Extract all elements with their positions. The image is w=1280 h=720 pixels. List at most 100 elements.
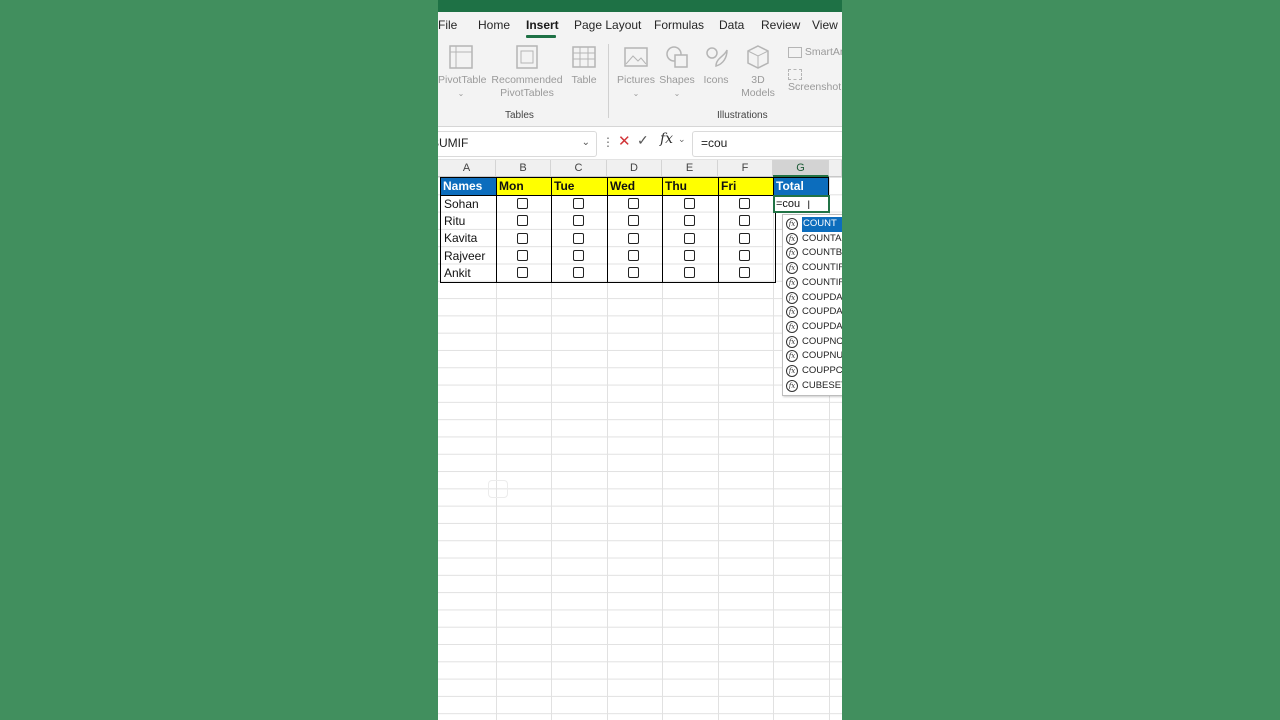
- checkbox[interactable]: [628, 267, 639, 278]
- table-label: Table: [571, 74, 597, 86]
- checkbox[interactable]: [739, 233, 750, 244]
- formula-bar: SUMIF ⌄ ⋮ ✕ ✓ fx ⌄ =cou: [438, 127, 842, 160]
- tab-formulas[interactable]: Formulas: [654, 18, 704, 32]
- pivottable-icon: [449, 45, 473, 69]
- checkbox[interactable]: [684, 198, 695, 209]
- tab-data[interactable]: Data: [719, 18, 744, 32]
- checkbox[interactable]: [628, 233, 639, 244]
- function-icon: fx: [786, 350, 798, 363]
- 3d-models-button[interactable]: 3D Models: [736, 44, 780, 100]
- name-cell[interactable]: Sohan: [440, 196, 496, 213]
- header-cell-tue[interactable]: Tue: [551, 177, 608, 196]
- tab-file[interactable]: File: [438, 18, 457, 32]
- insert-function-icon[interactable]: fx: [660, 131, 673, 147]
- checkbox[interactable]: [517, 215, 528, 226]
- cancel-icon[interactable]: ✕: [618, 132, 631, 150]
- checkbox[interactable]: [517, 250, 528, 261]
- autocomplete-item[interactable]: fxCOUPNUM: [783, 349, 842, 364]
- column-header-a[interactable]: A: [438, 160, 496, 177]
- checkbox[interactable]: [684, 250, 695, 261]
- name-cell[interactable]: Ritu: [440, 213, 496, 230]
- header-cell-names[interactable]: Names: [440, 177, 497, 196]
- icons-button[interactable]: Icons: [700, 44, 732, 87]
- checkbox[interactable]: [573, 215, 584, 226]
- autocomplete-item[interactable]: fx COUNTA: [783, 232, 842, 247]
- autocomplete-item[interactable]: fxCOUNTBLANK: [783, 246, 842, 261]
- table-divider: [496, 195, 497, 283]
- table-button[interactable]: Table: [568, 44, 600, 87]
- autocomplete-item[interactable]: fxCUBESET: [783, 379, 842, 394]
- header-cell-mon[interactable]: Mon: [496, 177, 552, 196]
- header-cell-total[interactable]: Total: [773, 177, 829, 196]
- chevron-down-icon: ⌄: [632, 89, 640, 98]
- checkbox[interactable]: [684, 267, 695, 278]
- autocomplete-item[interactable]: fxCOUPNCD: [783, 335, 842, 350]
- smartart-button[interactable]: SmartArt: [788, 46, 842, 59]
- autocomplete-item[interactable]: fxCOUNTIFS: [783, 276, 842, 291]
- header-cell-wed[interactable]: Wed: [607, 177, 663, 196]
- tab-insert[interactable]: Insert: [526, 18, 559, 32]
- name-cell[interactable]: Rajveer: [440, 248, 496, 265]
- shapes-button[interactable]: Shapes ⌄: [658, 44, 696, 100]
- checkbox[interactable]: [517, 267, 528, 278]
- screenshot-button[interactable]: Screenshot: [788, 68, 842, 94]
- checkbox[interactable]: [573, 250, 584, 261]
- tab-view[interactable]: View: [812, 18, 838, 32]
- checkbox[interactable]: [573, 233, 584, 244]
- function-autocomplete-list[interactable]: fxCOUNT fxCOUNTA fxCOUNTBLANK fxCOUNTIF …: [782, 214, 842, 396]
- checkbox[interactable]: [517, 233, 528, 244]
- autocomplete-item[interactable]: fx COUNTIF: [783, 261, 842, 276]
- name-cell[interactable]: Ankit: [440, 265, 496, 282]
- checkbox[interactable]: [573, 267, 584, 278]
- checkbox[interactable]: [573, 198, 584, 209]
- ribbon-tabs: File Home Insert Page Layout Formulas Da…: [438, 12, 842, 38]
- name-box[interactable]: SUMIF ⌄: [438, 131, 597, 157]
- checkbox[interactable]: [739, 198, 750, 209]
- enter-check-icon[interactable]: ✓: [637, 132, 649, 149]
- checkbox[interactable]: [739, 267, 750, 278]
- pivottable-label: PivotTable: [438, 74, 487, 86]
- pivottable-button[interactable]: PivotTable ⌄: [438, 44, 487, 100]
- autocomplete-item[interactable]: fxCOUPPCD: [783, 364, 842, 379]
- table-divider: [551, 195, 552, 283]
- checkbox[interactable]: [739, 250, 750, 261]
- column-header-c[interactable]: C: [551, 160, 607, 177]
- autocomplete-item-count[interactable]: fx COUNT: [783, 217, 842, 232]
- checkbox[interactable]: [517, 198, 528, 209]
- pictures-button[interactable]: Pictures ⌄: [616, 44, 656, 100]
- column-header-h[interactable]: [829, 160, 842, 177]
- column-header-f[interactable]: F: [718, 160, 773, 177]
- checkbox[interactable]: [628, 250, 639, 261]
- column-header-g[interactable]: G: [773, 160, 829, 177]
- tab-page-layout[interactable]: Page Layout: [574, 18, 641, 32]
- recommended-pivottables-button[interactable]: Recommended PivotTables: [490, 44, 564, 100]
- function-icon: fx: [786, 306, 798, 319]
- background-left: [0, 0, 438, 720]
- column-header-d[interactable]: D: [607, 160, 662, 177]
- checkbox[interactable]: [628, 198, 639, 209]
- chevron-down-icon[interactable]: ⌄: [678, 134, 686, 145]
- checkbox[interactable]: [684, 233, 695, 244]
- checkbox[interactable]: [739, 215, 750, 226]
- shapes-icon: [666, 46, 688, 68]
- formula-input[interactable]: =cou: [692, 131, 842, 157]
- column-header-b[interactable]: B: [496, 160, 551, 177]
- autocomplete-item[interactable]: fxCOUPDAYBS: [783, 291, 842, 306]
- tab-review[interactable]: Review: [761, 18, 800, 32]
- checkbox[interactable]: [684, 215, 695, 226]
- autocomplete-item[interactable]: fxCOUPDAYS: [783, 305, 842, 320]
- more-options-icon[interactable]: ⋮: [602, 135, 614, 149]
- column-header-e[interactable]: E: [662, 160, 718, 177]
- name-cell[interactable]: Kavita: [440, 230, 496, 247]
- grid-line: [773, 177, 774, 720]
- checkbox[interactable]: [628, 215, 639, 226]
- chevron-down-icon[interactable]: ⌄: [582, 137, 590, 148]
- pictures-icon: [624, 47, 648, 67]
- active-cell-g2[interactable]: =cou I: [773, 195, 830, 213]
- header-cell-thu[interactable]: Thu: [662, 177, 719, 196]
- header-cell-fri[interactable]: Fri: [718, 177, 774, 196]
- tab-home[interactable]: Home: [478, 18, 510, 32]
- autocomplete-item[interactable]: fxCOUPDAYSNC: [783, 320, 842, 335]
- group-separator: [608, 44, 609, 118]
- recommended-pivottables-icon: [516, 45, 538, 69]
